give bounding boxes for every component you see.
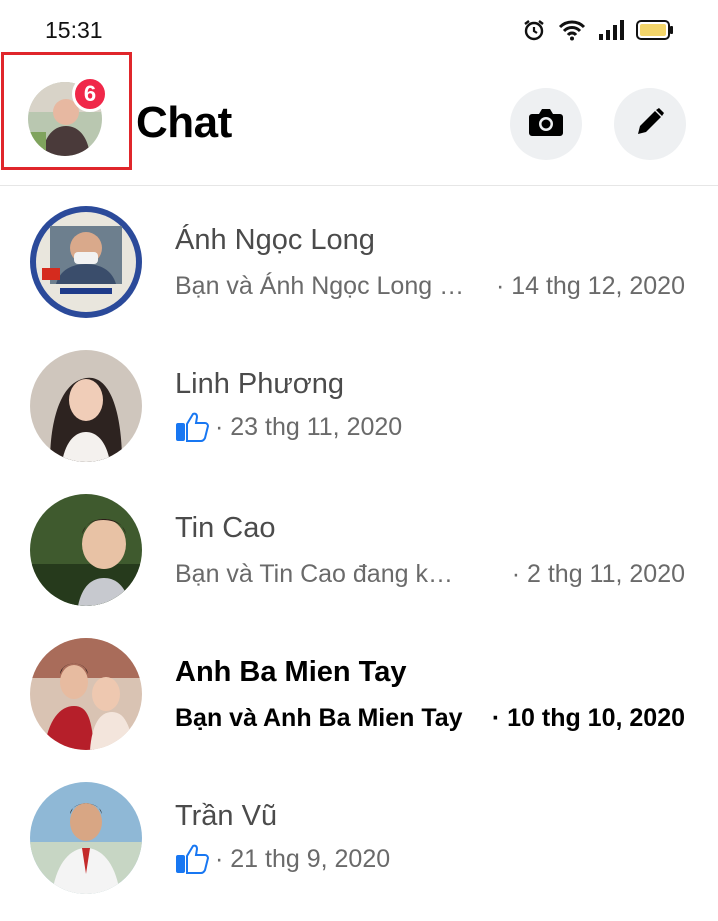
chat-name: Ánh Ngọc Long — [175, 224, 375, 256]
alarm-icon — [522, 18, 546, 42]
chat-name: Anh Ba Mien Tay — [175, 656, 407, 688]
chat-preview: Bạn và Anh Ba Mien Tay — [175, 704, 463, 732]
avatar — [30, 206, 142, 318]
page-title: Chat — [136, 98, 232, 147]
thumbs-up-icon — [175, 412, 209, 442]
wifi-icon — [558, 19, 586, 41]
chat-name: Tin Cao — [175, 512, 276, 544]
chat-time: · 14 thg 12, 2020 — [495, 272, 685, 300]
camera-button[interactable] — [510, 88, 582, 160]
chat-time: · 21 thg 9, 2020 — [215, 844, 391, 873]
chat-preview: Bạn và Ánh Ngọc Long đã là bạn bè — [175, 272, 465, 300]
like-preview: · 23 thg 11, 2020 — [175, 412, 402, 442]
avatar — [30, 782, 142, 894]
chat-preview: Bạn và Tin Cao đang kỷ niệm — [175, 560, 465, 588]
like-preview: · 21 thg 9, 2020 — [175, 844, 390, 874]
compose-button[interactable] — [614, 88, 686, 160]
notification-badge: 6 — [72, 76, 108, 112]
chat-row[interactable]: Linh Phương · 23 thg 11, 2020 — [0, 330, 718, 474]
signal-icon — [598, 20, 624, 40]
battery-icon — [636, 20, 674, 40]
thumbs-up-icon — [175, 844, 209, 874]
chat-time: · 23 thg 11, 2020 — [215, 412, 403, 441]
avatar — [30, 638, 142, 750]
chat-row[interactable]: Ánh Ngọc Long Bạn và Ánh Ngọc Long đã là… — [0, 186, 718, 330]
status-icons — [522, 18, 674, 42]
chat-name: Linh Phương — [175, 368, 345, 400]
chat-name: Trần Vũ — [175, 800, 278, 832]
avatar — [30, 494, 142, 606]
status-time: 15:31 — [45, 17, 103, 43]
header: 6 Chat — [0, 52, 718, 186]
chat-list: Ánh Ngọc Long Bạn và Ánh Ngọc Long đã là… — [0, 186, 718, 906]
chat-row[interactable]: Trần Vũ · 21 thg 9, 2020 — [0, 762, 718, 906]
pencil-icon — [635, 107, 665, 142]
chat-time: · 2 thg 11, 2020 — [511, 560, 685, 588]
chat-time: · 10 thg 10, 2020 — [491, 704, 685, 732]
avatar — [30, 350, 142, 462]
camera-icon — [528, 107, 564, 142]
chat-row[interactable]: Tin Cao Bạn và Tin Cao đang kỷ niệm · 2 … — [0, 474, 718, 618]
chat-row[interactable]: Anh Ba Mien Tay Bạn và Anh Ba Mien Tay ·… — [0, 618, 718, 762]
